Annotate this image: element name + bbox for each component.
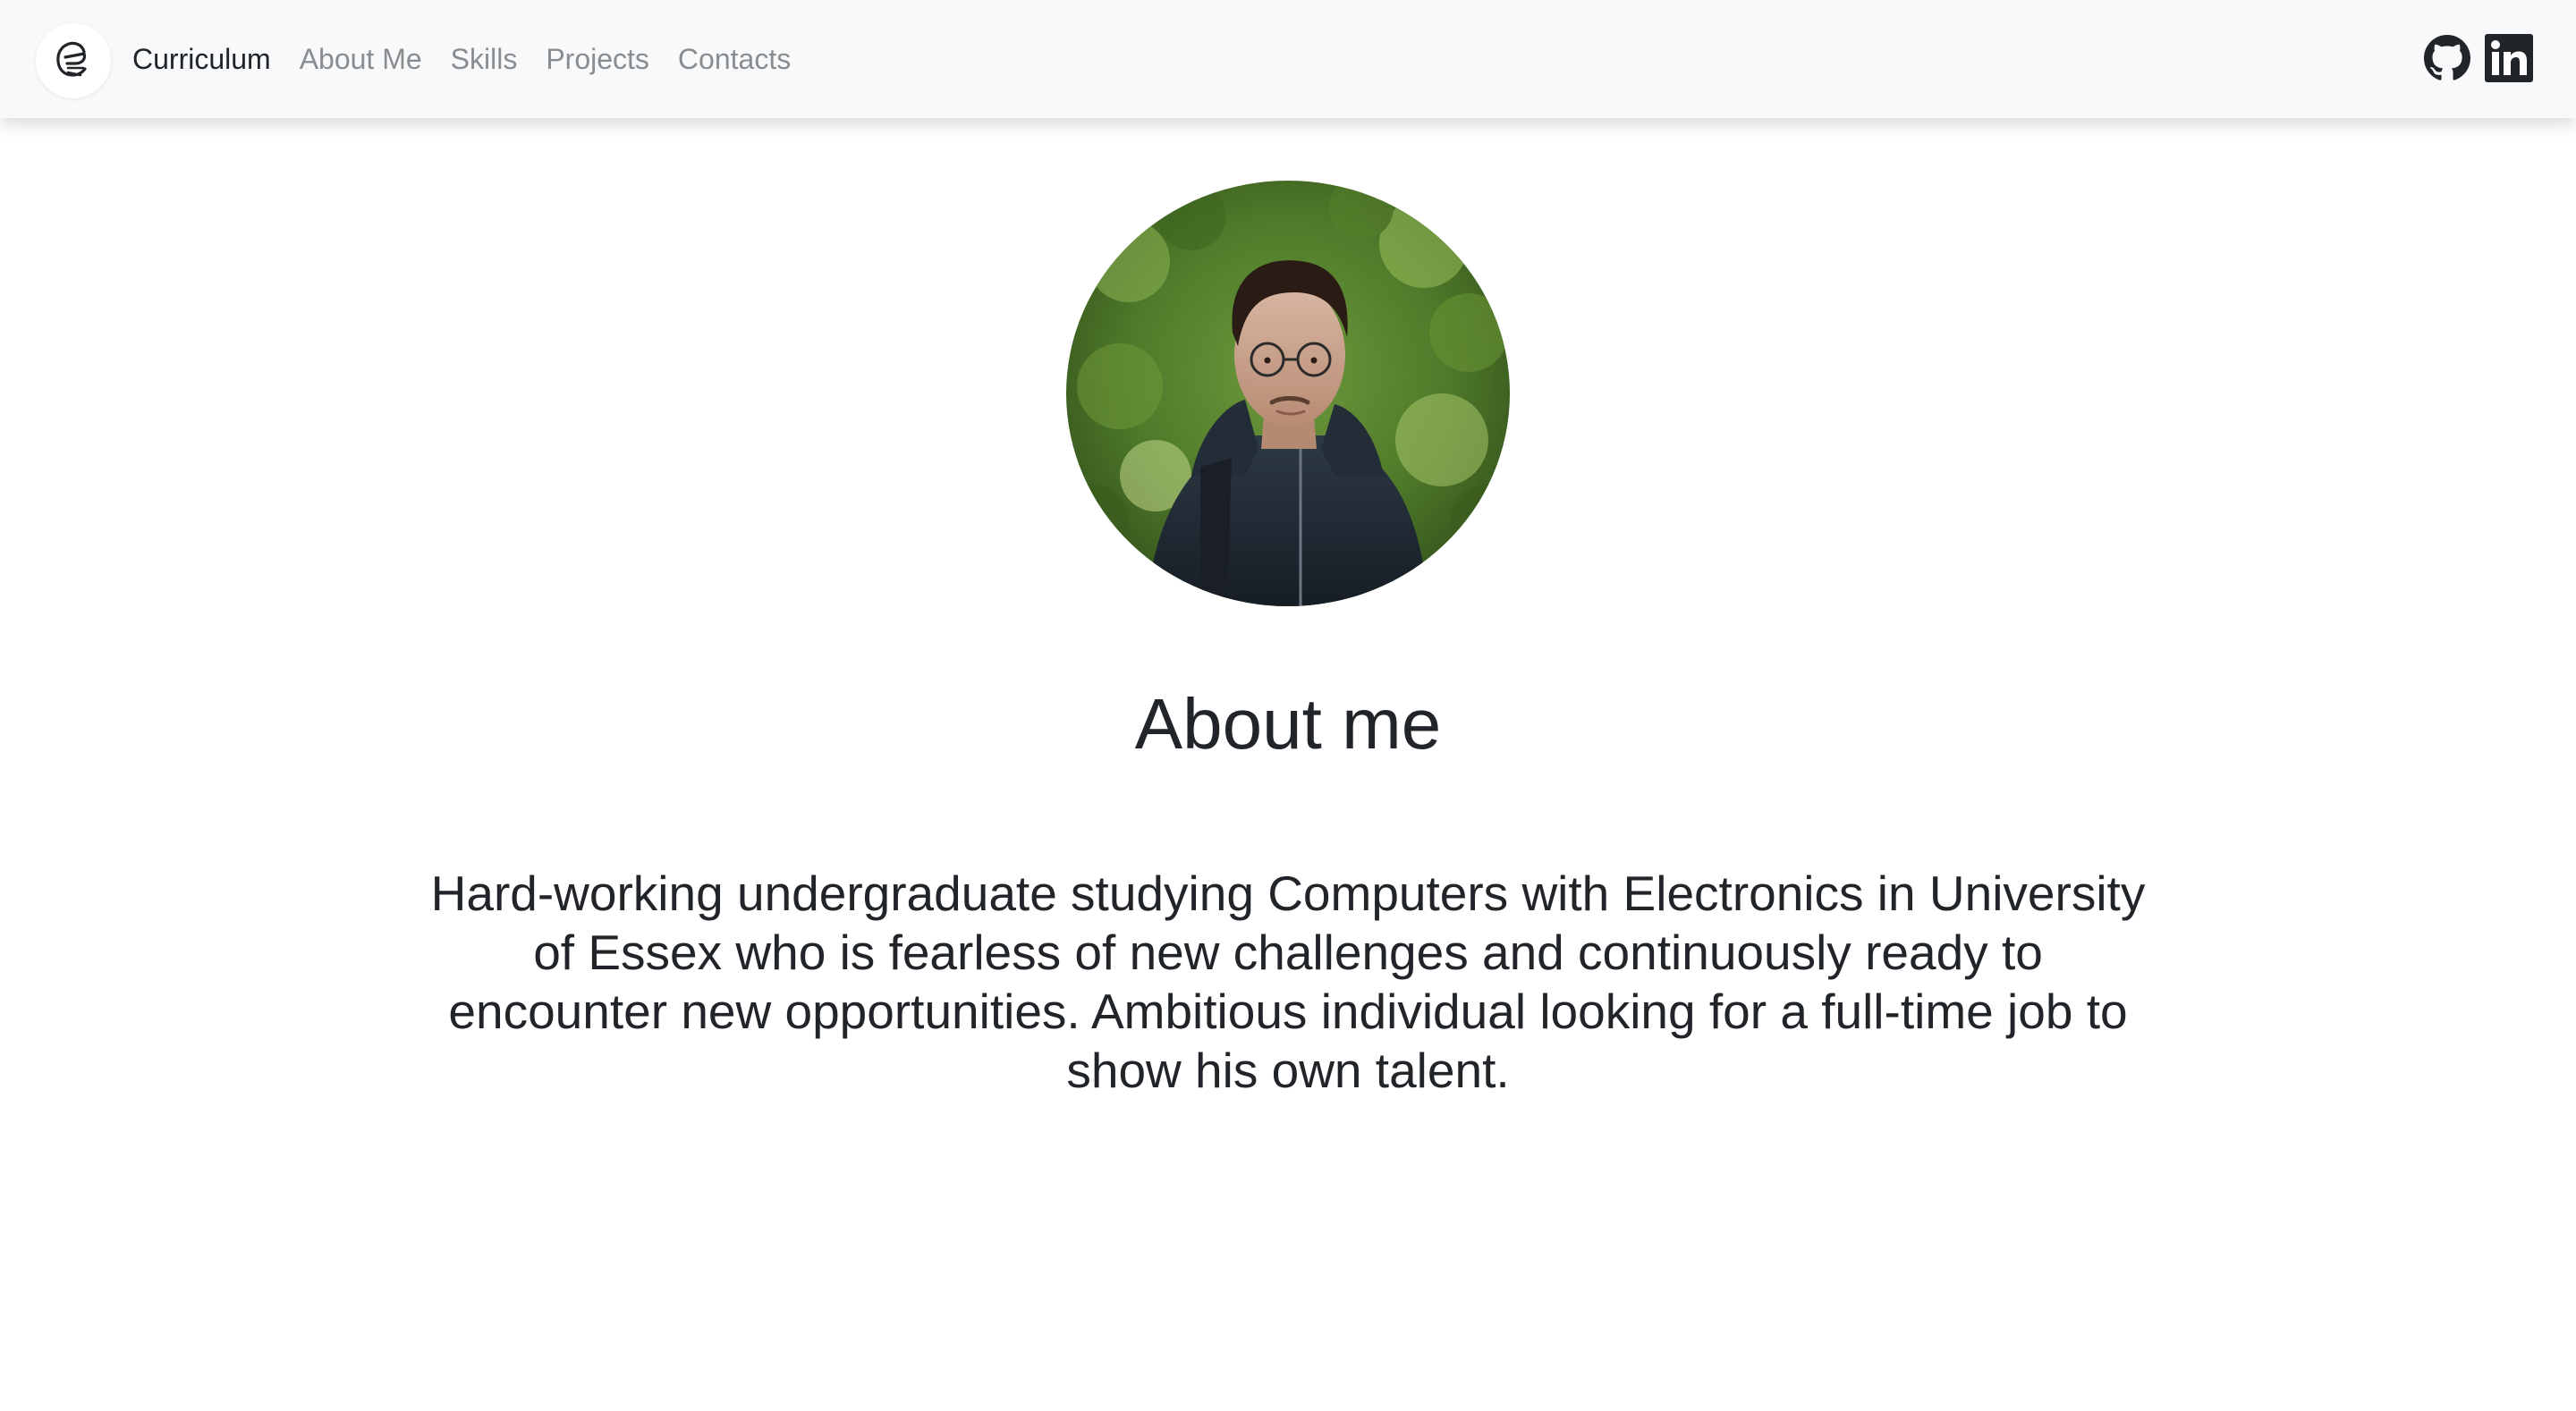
e-logo-icon xyxy=(56,41,87,77)
brand-logo[interactable] xyxy=(36,23,111,98)
bio-text: Hard-working undergraduate studying Comp… xyxy=(430,866,2146,1098)
navbar: Curriculum About Me Skills Projects Cont… xyxy=(0,0,2576,118)
nav-item-projects[interactable]: Projects xyxy=(546,43,649,76)
nav-links: Curriculum About Me Skills Projects Cont… xyxy=(132,0,819,118)
page-title: About me xyxy=(1134,684,1442,764)
nav-item-curriculum[interactable]: Curriculum xyxy=(132,43,271,76)
nav-item-about-me[interactable]: About Me xyxy=(300,43,422,76)
profile-photo-image xyxy=(1066,181,1510,606)
social-links xyxy=(2410,34,2533,82)
nav-item-skills[interactable]: Skills xyxy=(451,43,518,76)
profile-photo xyxy=(1066,181,1510,606)
linkedin-icon[interactable] xyxy=(2485,34,2533,82)
github-icon[interactable] xyxy=(2424,35,2470,81)
nav-item-contacts[interactable]: Contacts xyxy=(678,43,791,76)
